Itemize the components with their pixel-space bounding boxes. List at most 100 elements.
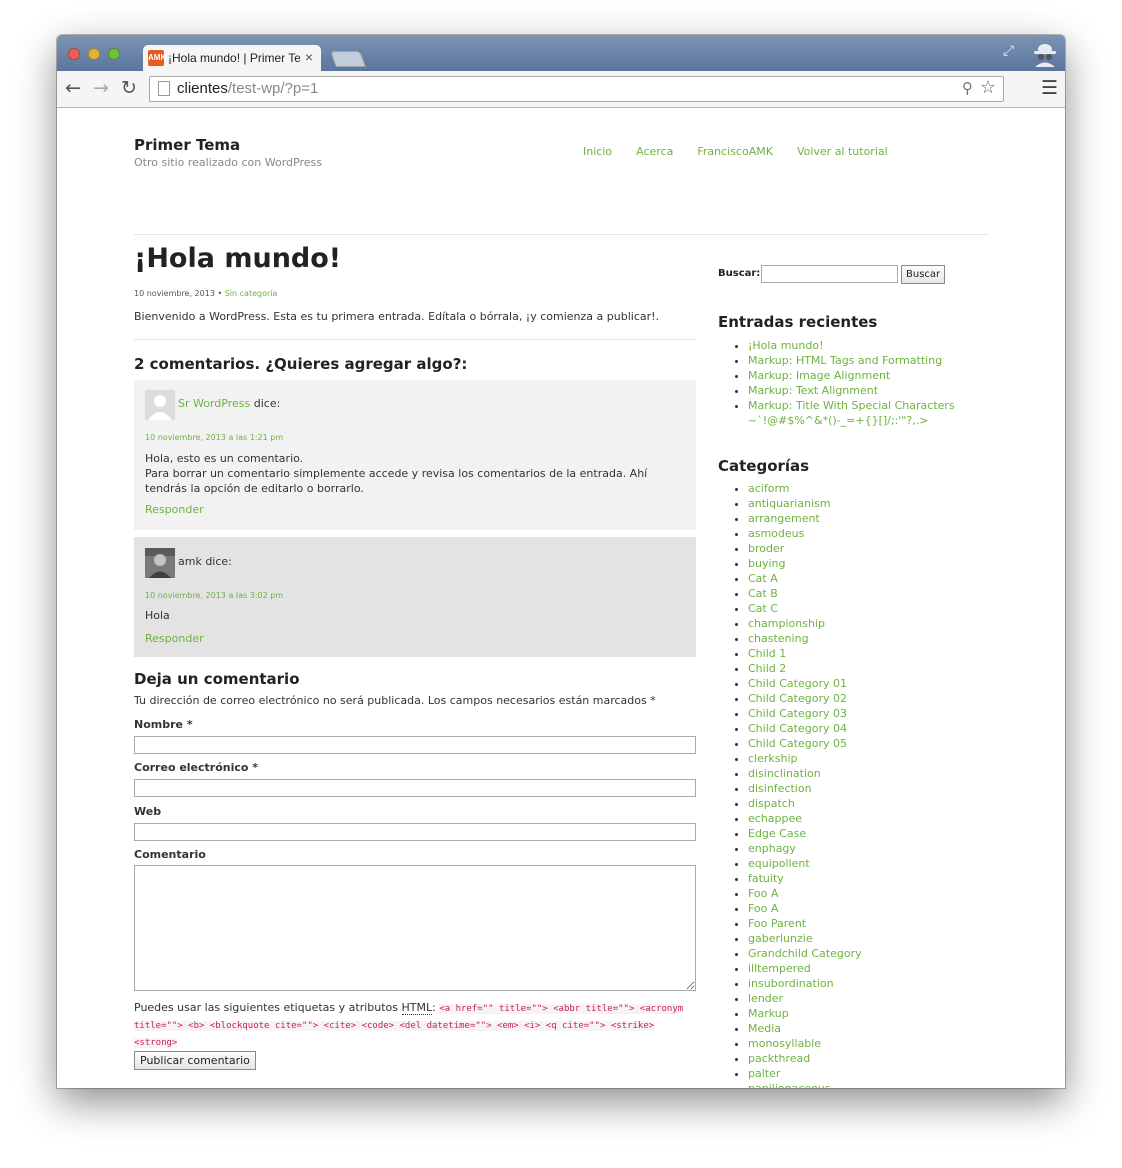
url-text[interactable]: clientes/test-wp/?p=1 (177, 80, 318, 98)
list-item: clerkship (748, 751, 988, 766)
list-item: arrangement (748, 511, 988, 526)
page-icon (158, 81, 170, 96)
category-link[interactable]: lender (748, 992, 783, 1005)
category-link[interactable]: Foo Parent (748, 917, 806, 930)
minimize-window-button[interactable] (88, 48, 100, 60)
menu-item-inicio[interactable]: Inicio (583, 145, 612, 159)
category-link[interactable]: antiquarianism (748, 497, 831, 510)
category-link[interactable]: clerkship (748, 752, 798, 765)
category-link[interactable]: Child 1 (748, 647, 786, 660)
reply-link[interactable]: Responder (145, 632, 204, 646)
category-link[interactable]: Cat A (748, 572, 778, 585)
web-field[interactable] (134, 823, 696, 841)
list-item: buying (748, 556, 988, 571)
recent-post-link[interactable]: Markup: Image Alignment (748, 369, 890, 382)
category-link[interactable]: dispatch (748, 797, 795, 810)
category-link[interactable]: Foo A (748, 887, 778, 900)
category-link[interactable]: Child Category 05 (748, 737, 847, 750)
category-link[interactable]: Cat C (748, 602, 778, 615)
fullscreen-icon[interactable]: ⤢ (1003, 43, 1014, 59)
list-item: papilionaceous (748, 1081, 988, 1088)
category-link[interactable]: disinclination (748, 767, 821, 780)
html-abbr: HTML (401, 1001, 433, 1015)
recent-posts-list: ¡Hola mundo! Markup: HTML Tags and Forma… (718, 338, 970, 428)
comment-textarea[interactable] (134, 865, 696, 991)
category-link[interactable]: monosyllable (748, 1037, 821, 1050)
recent-posts-title: Entradas recientes (718, 313, 878, 331)
recent-post-link[interactable]: Markup: HTML Tags and Formatting (748, 354, 942, 367)
comment-line: Hola, esto es un comentario. (145, 452, 304, 465)
email-field[interactable] (134, 779, 696, 797)
category-link[interactable]: equipollent (748, 857, 810, 870)
category-link[interactable]: insubordination (748, 977, 834, 990)
category-link[interactable]: Child 2 (748, 662, 786, 675)
recent-post-link[interactable]: ¡Hola mundo! (748, 339, 824, 352)
category-link[interactable]: broder (748, 542, 784, 555)
comment: Sr WordPress dice: 10 noviembre, 2013 a … (134, 380, 696, 530)
comments-title: 2 comentarios. ¿Quieres agregar algo?: (134, 355, 468, 373)
category-link[interactable]: disinfection (748, 782, 812, 795)
browser-menu-icon[interactable]: ☰ (1041, 77, 1058, 99)
reply-link[interactable]: Responder (145, 503, 204, 517)
address-bar[interactable]: clientes/test-wp/?p=1 ⚲ ☆ (149, 76, 1004, 102)
category-link[interactable]: fatuity (748, 872, 784, 885)
category-link[interactable]: aciform (748, 482, 790, 495)
category-link[interactable]: Cat B (748, 587, 778, 600)
reload-icon[interactable]: ↻ (121, 76, 137, 100)
category-link[interactable]: Child Category 03 (748, 707, 847, 720)
recent-post-link[interactable]: Markup: Title With Special Characters ~`… (748, 399, 955, 427)
category-link[interactable]: Child Category 01 (748, 677, 847, 690)
list-item: Edge Case (748, 826, 988, 841)
close-window-button[interactable] (68, 48, 80, 60)
category-link[interactable]: Child Category 04 (748, 722, 847, 735)
category-link[interactable]: Edge Case (748, 827, 806, 840)
maximize-window-button[interactable] (108, 48, 120, 60)
comment-date[interactable]: 10 noviembre, 2013 a las 1:21 pm (145, 432, 283, 443)
category-link[interactable]: packthread (748, 1052, 810, 1065)
recent-post-link[interactable]: Markup: Text Alignment (748, 384, 878, 397)
forward-icon[interactable]: → (93, 76, 109, 100)
form-notes: Tu dirección de correo electrónico no se… (134, 694, 656, 707)
list-item: Markup: HTML Tags and Formatting (748, 353, 970, 368)
category-link[interactable]: Markup (748, 1007, 789, 1020)
zoom-icon[interactable]: ⚲ (962, 79, 973, 97)
web-label: Web (134, 805, 162, 818)
category-link[interactable]: echappee (748, 812, 802, 825)
site-title[interactable]: Primer Tema (134, 136, 240, 154)
back-icon[interactable]: ← (65, 76, 81, 100)
browser-tab[interactable]: AMK ¡Hola mundo! | Primer Tema × (143, 45, 321, 71)
menu-item-franciscoamk[interactable]: FranciscoAMK (697, 145, 773, 159)
tab-close-icon[interactable]: × (305, 49, 313, 65)
comment-date[interactable]: 10 noviembre, 2013 a las 3:02 pm (145, 590, 283, 601)
category-link[interactable]: palter (748, 1067, 780, 1080)
list-item: equipollent (748, 856, 988, 871)
category-link[interactable]: Grandchild Category (748, 947, 862, 960)
category-link[interactable]: asmodeus (748, 527, 804, 540)
category-link[interactable]: illtempered (748, 962, 811, 975)
category-link[interactable]: papilionaceous (748, 1082, 831, 1088)
list-item: broder (748, 541, 988, 556)
search-input[interactable] (761, 265, 898, 283)
category-link[interactable]: arrangement (748, 512, 820, 525)
category-link[interactable]: Foo A (748, 902, 778, 915)
list-item: Child Category 04 (748, 721, 988, 736)
category-link[interactable]: Media (748, 1022, 781, 1035)
name-field[interactable] (134, 736, 696, 754)
submit-comment-button[interactable]: Publicar comentario (134, 1051, 256, 1070)
category-link[interactable]: gaberlunzie (748, 932, 813, 945)
list-item: insubordination (748, 976, 988, 991)
category-link[interactable]: enphagy (748, 842, 796, 855)
category-link[interactable]: buying (748, 557, 785, 570)
new-tab-button[interactable] (330, 51, 366, 67)
menu-item-acerca[interactable]: Acerca (636, 145, 673, 159)
category-link[interactable]: chastening (748, 632, 809, 645)
list-item: Markup: Image Alignment (748, 368, 970, 383)
post-category-link[interactable]: Sin categoría (225, 289, 278, 298)
menu-item-volver[interactable]: Volver al tutorial (797, 145, 888, 159)
search-button[interactable]: Buscar (901, 265, 946, 284)
category-link[interactable]: championship (748, 617, 825, 630)
main-menu: Inicio Acerca FranciscoAMK Volver al tut… (583, 145, 888, 159)
comment-author-link[interactable]: Sr WordPress (178, 397, 250, 410)
bookmark-star-icon[interactable]: ☆ (980, 78, 996, 98)
category-link[interactable]: Child Category 02 (748, 692, 847, 705)
